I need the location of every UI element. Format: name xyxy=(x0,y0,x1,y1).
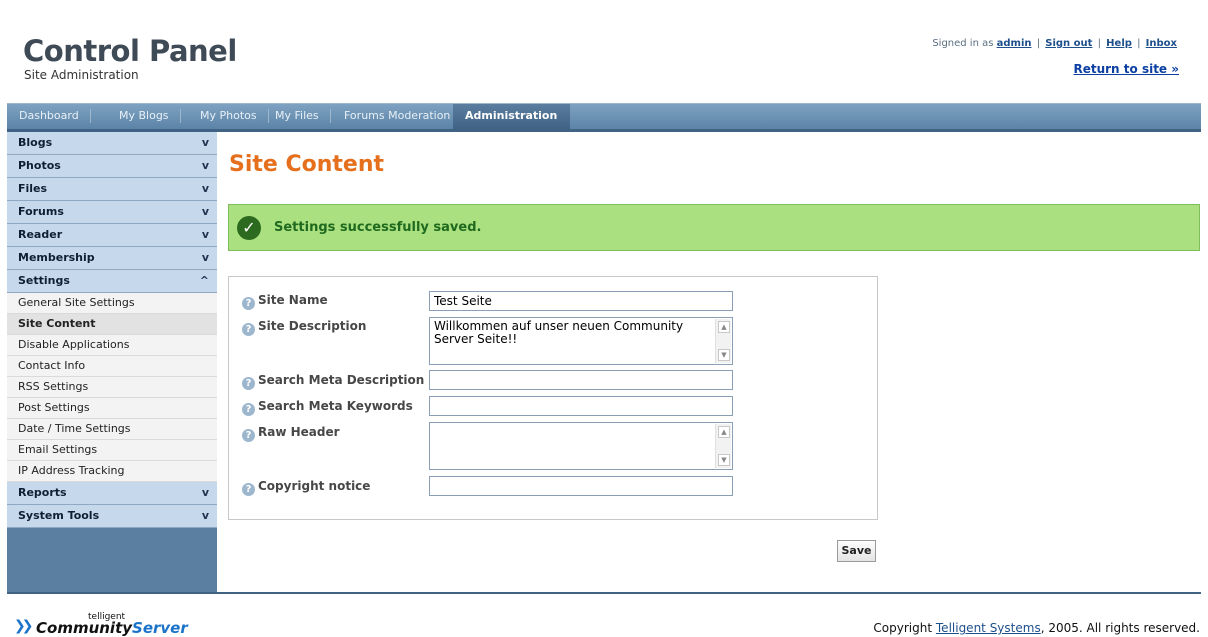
separator: | xyxy=(1036,38,1041,49)
sidebar-section-blogs[interactable]: Blogs v xyxy=(7,132,217,155)
signed-in-label: Signed in as xyxy=(932,38,994,49)
site-description-label: ? Site Description xyxy=(242,319,366,336)
sidebar-section-settings[interactable]: Settings ^ xyxy=(7,270,217,293)
site-description-textarea[interactable]: Willkommen auf unser neuen Community Ser… xyxy=(429,317,733,365)
site-name-input[interactable] xyxy=(429,291,733,311)
sidebar-item-disable-applications[interactable]: Disable Applications xyxy=(7,335,217,356)
tab-my-files[interactable]: My Files xyxy=(263,104,331,129)
tab-dashboard[interactable]: Dashboard xyxy=(7,104,91,129)
tab-my-photos[interactable]: My Photos xyxy=(188,104,269,129)
separator: | xyxy=(1097,38,1101,49)
raw-header-label: ? Raw Header xyxy=(242,425,340,442)
tab-my-blogs[interactable]: My Blogs xyxy=(107,104,181,129)
chevron-down-icon[interactable]: v xyxy=(202,201,209,223)
sidebar-item-post-settings[interactable]: Post Settings xyxy=(7,398,217,419)
scroll-up-icon[interactable]: ▲ xyxy=(718,426,730,438)
section-label: Forums xyxy=(18,205,64,218)
user-bar: Signed in as admin | Sign out | Help | I… xyxy=(932,38,1177,49)
search-meta-keywords-input[interactable] xyxy=(429,396,733,416)
copyright-text: Copyright Telligent Systems, 2005. All r… xyxy=(873,621,1200,635)
section-label: Reports xyxy=(18,486,67,499)
section-label: Membership xyxy=(18,251,95,264)
sidebar-item-date-time-settings[interactable]: Date / Time Settings xyxy=(7,419,217,440)
sidebar-item-site-content[interactable]: Site Content xyxy=(7,314,217,335)
search-meta-description-label: ? Search Meta Description xyxy=(242,373,424,390)
help-icon[interactable]: ? xyxy=(242,377,255,390)
inbox-link[interactable]: Inbox xyxy=(1146,38,1177,49)
tab-administration[interactable]: Administration xyxy=(453,104,570,129)
sidebar-item-ip-address-tracking[interactable]: IP Address Tracking xyxy=(7,461,217,482)
site-name-label: ? Site Name xyxy=(242,293,328,310)
section-label: Reader xyxy=(18,228,63,241)
section-label: Settings xyxy=(18,274,70,287)
section-label: Photos xyxy=(18,159,61,172)
copyright-notice-input[interactable] xyxy=(429,476,733,496)
scrollbar[interactable]: ▲ ▼ xyxy=(715,319,731,363)
search-meta-description-input[interactable] xyxy=(429,370,733,390)
sidebar-item-contact-info[interactable]: Contact Info xyxy=(7,356,217,377)
separator: | xyxy=(1137,38,1141,49)
sidebar-item-general-site-settings[interactable]: General Site Settings xyxy=(7,293,217,314)
chevron-down-icon[interactable]: v xyxy=(202,224,209,246)
scroll-down-icon[interactable]: ▼ xyxy=(718,349,730,361)
scroll-up-icon[interactable]: ▲ xyxy=(718,321,730,333)
chevron-down-icon[interactable]: v xyxy=(202,482,209,504)
help-icon[interactable]: ? xyxy=(242,483,255,496)
tab-label: Dashboard xyxy=(19,109,79,122)
chevron-down-icon[interactable]: v xyxy=(202,132,209,154)
chevron-up-icon[interactable]: ^ xyxy=(200,270,209,292)
tab-label: Forums Moderation xyxy=(344,109,451,122)
page-header: Control Panel Site Administration Signed… xyxy=(0,0,1208,103)
sidebar-section-files[interactable]: Files v xyxy=(7,178,217,201)
tab-label: My Files xyxy=(275,109,319,122)
tab-label: My Blogs xyxy=(119,109,169,122)
return-to-site-link[interactable]: Return to site » xyxy=(1073,62,1179,76)
logo-main-text: CommunityServer xyxy=(36,619,188,637)
tab-label: My Photos xyxy=(200,109,257,122)
section-label: System Tools xyxy=(18,509,100,522)
tab-label: Administration xyxy=(465,109,558,122)
site-description-text: Willkommen auf unser neuen Community Ser… xyxy=(434,319,684,346)
sidebar-section-system-tools[interactable]: System Tools v xyxy=(7,505,217,528)
sidebar-section-membership[interactable]: Membership v xyxy=(7,247,217,270)
copyright-notice-label: ? Copyright notice xyxy=(242,479,370,496)
sidebar-item-rss-settings[interactable]: RSS Settings xyxy=(7,377,217,398)
username-link[interactable]: admin xyxy=(997,38,1032,49)
scrollbar[interactable]: ▲ ▼ xyxy=(715,424,731,468)
save-button[interactable]: Save xyxy=(837,540,876,562)
search-meta-keywords-label: ? Search Meta Keywords xyxy=(242,399,413,416)
sidebar-item-email-settings[interactable]: Email Settings xyxy=(7,440,217,461)
section-label: Blogs xyxy=(18,136,53,149)
tab-forums-moderation[interactable]: Forums Moderation xyxy=(332,104,462,129)
sidebar-section-reader[interactable]: Reader v xyxy=(7,224,217,247)
help-link[interactable]: Help xyxy=(1106,38,1132,49)
help-icon[interactable]: ? xyxy=(242,429,255,442)
footer-divider xyxy=(7,592,1201,594)
section-label: Files xyxy=(18,182,48,195)
chevron-down-icon[interactable]: v xyxy=(202,247,209,269)
sidebar-section-photos[interactable]: Photos v xyxy=(7,155,217,178)
sidebar: Blogs v Photos v Files v Forums v Reader v Me… xyxy=(7,132,217,593)
raw-header-textarea[interactable]: ▲ ▼ xyxy=(429,422,733,470)
checkmark-icon: ✓ xyxy=(237,216,261,240)
main-tabs: Dashboard My Blogs My Photos My Files Fo… xyxy=(7,103,1201,129)
success-message: Settings successfully saved. xyxy=(274,220,482,235)
sidebar-section-reports[interactable]: Reports v xyxy=(7,482,217,505)
help-icon[interactable]: ? xyxy=(242,323,255,336)
chevron-down-icon[interactable]: v xyxy=(202,505,209,527)
sidebar-section-forums[interactable]: Forums v xyxy=(7,201,217,224)
telligent-link[interactable]: Telligent Systems xyxy=(936,621,1041,635)
page-title: Control Panel xyxy=(23,34,237,68)
help-icon[interactable]: ? xyxy=(242,403,255,416)
sign-out-link[interactable]: Sign out xyxy=(1045,38,1092,49)
help-icon[interactable]: ? xyxy=(242,297,255,310)
content-title: Site Content xyxy=(229,152,385,177)
settings-form: ?Site Name ?Site Description Willkommen … xyxy=(228,276,878,520)
chevron-down-icon[interactable]: v xyxy=(202,178,209,200)
page-subtitle: Site Administration xyxy=(24,68,139,82)
chevron-down-icon[interactable]: v xyxy=(202,155,209,177)
scroll-down-icon[interactable]: ▼ xyxy=(718,454,730,466)
logo-arrows-icon: ❯❯ xyxy=(14,618,34,634)
success-banner: ✓ Settings successfully saved. xyxy=(228,204,1200,251)
